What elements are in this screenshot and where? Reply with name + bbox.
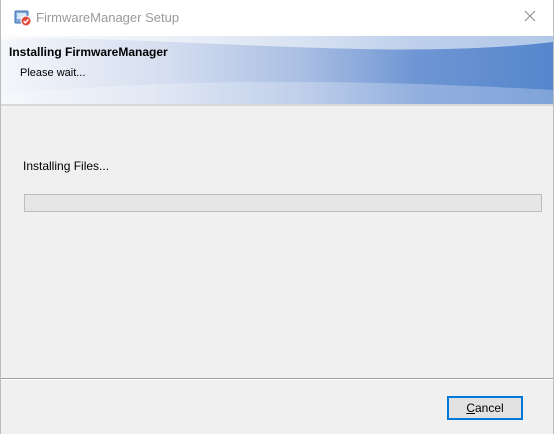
title-bar[interactable]: FirmwareManager Setup <box>1 0 553 36</box>
footer-divider <box>1 378 553 380</box>
cancel-mnemonic: C <box>466 401 475 415</box>
close-icon <box>524 9 536 27</box>
banner-subtitle: Please wait... <box>20 67 86 79</box>
header-banner: Installing FirmwareManager Please wait..… <box>1 36 553 104</box>
installer-icon <box>14 9 32 27</box>
close-button[interactable] <box>507 0 553 36</box>
progress-bar <box>24 194 542 212</box>
setup-window: FirmwareManager Setup Installing Firmwar… <box>0 0 554 434</box>
cancel-button[interactable]: Cancel <box>447 396 523 420</box>
cancel-label: ancel <box>474 401 504 415</box>
status-label: Installing Files... <box>23 159 110 173</box>
window-title: FirmwareManager Setup <box>36 10 180 25</box>
banner-title: Installing FirmwareManager <box>9 45 168 59</box>
banner-divider <box>1 104 553 106</box>
